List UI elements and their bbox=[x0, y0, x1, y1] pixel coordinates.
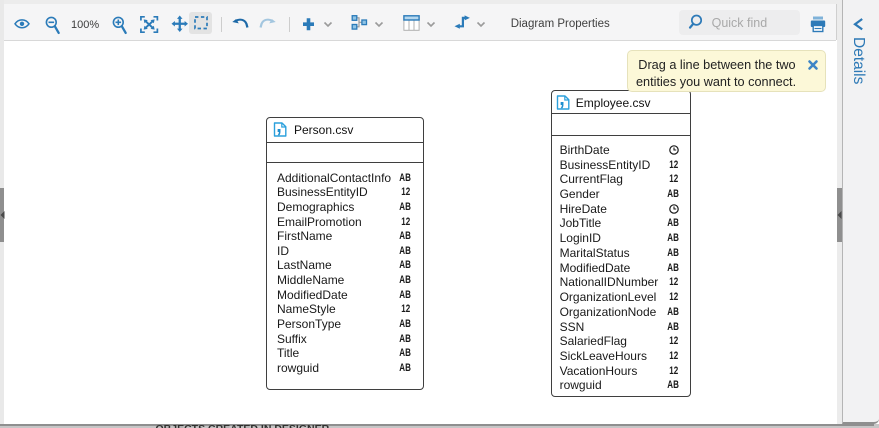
svg-text:,: , bbox=[276, 115, 282, 137]
svg-text:,: , bbox=[559, 88, 565, 110]
